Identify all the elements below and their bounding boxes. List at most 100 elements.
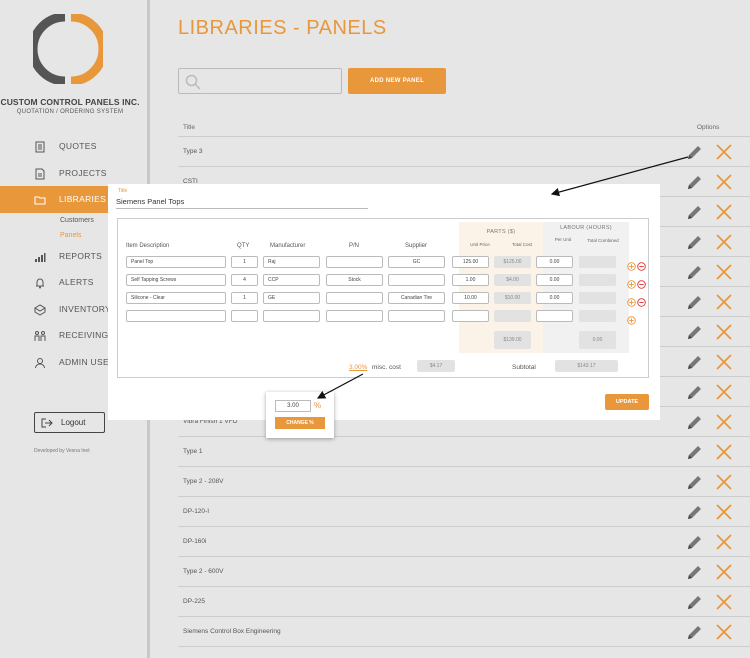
item-mfr-field[interactable]: Raj xyxy=(263,256,320,268)
close-icon[interactable] xyxy=(715,233,733,251)
pencil-icon[interactable] xyxy=(686,354,703,371)
item-mfr-field[interactable] xyxy=(263,310,320,322)
title-field[interactable] xyxy=(116,195,368,209)
panel-row: DP-160i xyxy=(178,527,750,557)
item-qty-field[interactable]: 1 xyxy=(231,256,258,268)
item-per-field[interactable]: 0.00 xyxy=(536,274,573,286)
parts-total: $139.00 xyxy=(494,331,531,349)
pencil-icon[interactable] xyxy=(686,444,703,461)
add-row-icon[interactable] xyxy=(627,316,636,325)
nav-alerts-label: ALERTS xyxy=(59,277,94,288)
close-icon[interactable] xyxy=(715,263,733,281)
search-input[interactable] xyxy=(178,68,342,94)
pencil-icon[interactable] xyxy=(686,144,703,161)
pencil-icon[interactable] xyxy=(686,594,703,611)
nav-quotes[interactable]: QUOTES xyxy=(0,133,150,160)
pencil-icon[interactable] xyxy=(686,234,703,251)
item-desc-field[interactable] xyxy=(126,310,226,322)
item-pn-field[interactable] xyxy=(326,292,383,304)
item-pn-field[interactable] xyxy=(326,256,383,268)
folder-icon xyxy=(34,196,46,205)
add-row-icon[interactable] xyxy=(627,262,636,271)
panel-row: DP-225 xyxy=(178,587,750,617)
header-total-combined: Total Combined xyxy=(587,238,619,243)
nav-libraries-label: LIBRARIES xyxy=(59,194,107,205)
pencil-icon[interactable] xyxy=(686,564,703,581)
pencil-icon[interactable] xyxy=(686,204,703,221)
panel-row: Type 3 xyxy=(178,137,750,167)
item-tc-field xyxy=(579,292,616,304)
item-per-field[interactable]: 0.00 xyxy=(536,292,573,304)
nav-projects[interactable]: PROJECTS xyxy=(0,160,150,187)
close-icon[interactable] xyxy=(715,473,733,491)
item-qty-field[interactable]: 4 xyxy=(231,274,258,286)
item-desc-field[interactable]: Self Tapping Screws xyxy=(126,274,226,286)
logout-button[interactable]: Logout xyxy=(34,412,105,433)
close-icon[interactable] xyxy=(715,143,733,161)
logout-label: Logout xyxy=(61,418,86,427)
close-icon[interactable] xyxy=(715,293,733,311)
remove-row-icon[interactable] xyxy=(637,262,646,271)
pencil-icon[interactable] xyxy=(686,624,703,641)
item-qty-field[interactable] xyxy=(231,310,258,322)
pencil-icon[interactable] xyxy=(686,174,703,191)
nav-projects-label: PROJECTS xyxy=(59,167,107,178)
pencil-icon[interactable] xyxy=(686,324,703,341)
close-icon[interactable] xyxy=(715,533,733,551)
panel-title: DP-225 xyxy=(183,598,206,605)
misc-percent-link[interactable]: 3.00% xyxy=(349,364,367,371)
close-icon[interactable] xyxy=(715,353,733,371)
update-button[interactable]: UPDATE xyxy=(605,394,649,410)
pencil-icon[interactable] xyxy=(686,504,703,521)
close-icon[interactable] xyxy=(715,173,733,191)
close-icon[interactable] xyxy=(715,383,733,401)
close-icon[interactable] xyxy=(715,593,733,611)
panel-title: Type 2 - 600V xyxy=(183,568,224,575)
change-percent-button[interactable]: CHANGE % xyxy=(275,417,325,429)
item-desc-field[interactable]: Panel Top xyxy=(126,256,226,268)
item-mfr-field[interactable]: GE xyxy=(263,292,320,304)
item-per-field[interactable] xyxy=(536,310,573,322)
inventory-icon xyxy=(34,303,46,316)
add-new-panel-button[interactable]: ADD NEW PANEL xyxy=(348,68,446,94)
subtotal-value: $143.17 xyxy=(555,360,618,372)
remove-row-icon[interactable] xyxy=(637,298,646,307)
item-supplier-field[interactable] xyxy=(388,310,445,322)
pencil-icon[interactable] xyxy=(686,264,703,281)
item-pn-field[interactable] xyxy=(326,310,383,322)
panel-title: Type 1 xyxy=(183,448,203,455)
percent-input[interactable]: 3.00 xyxy=(275,400,311,412)
pencil-icon[interactable] xyxy=(686,414,703,431)
header-qty: QTY xyxy=(237,243,250,249)
developer-credit: Developed by Vesna Inet xyxy=(34,448,90,454)
item-desc-field[interactable]: Silicone - Clear xyxy=(126,292,226,304)
user-icon xyxy=(35,357,45,368)
item-supplier-field[interactable] xyxy=(388,274,445,286)
item-mfr-field[interactable]: CCP xyxy=(263,274,320,286)
item-unit-field[interactable] xyxy=(452,310,489,322)
pencil-icon[interactable] xyxy=(686,534,703,551)
close-icon[interactable] xyxy=(715,443,733,461)
item-supplier-field[interactable]: GC xyxy=(388,256,445,268)
item-qty-field[interactable]: 1 xyxy=(231,292,258,304)
close-icon[interactable] xyxy=(715,203,733,221)
pencil-icon[interactable] xyxy=(686,294,703,311)
item-supplier-field[interactable]: Canadian Tire xyxy=(388,292,445,304)
item-unit-field[interactable]: 1.00 xyxy=(452,274,489,286)
close-icon[interactable] xyxy=(715,563,733,581)
item-unit-field[interactable]: 10.00 xyxy=(452,292,489,304)
close-icon[interactable] xyxy=(715,623,733,641)
close-icon[interactable] xyxy=(715,323,733,341)
remove-row-icon[interactable] xyxy=(637,280,646,289)
item-per-field[interactable]: 0.00 xyxy=(536,256,573,268)
nav-quotes-label: QUOTES xyxy=(59,141,97,152)
close-icon[interactable] xyxy=(715,413,733,431)
add-row-icon[interactable] xyxy=(627,280,636,289)
pencil-icon[interactable] xyxy=(686,474,703,491)
pencil-icon[interactable] xyxy=(686,384,703,401)
add-row-icon[interactable] xyxy=(627,298,636,307)
item-unit-field[interactable]: 125.00 xyxy=(452,256,489,268)
misc-cost-value: $4.17 xyxy=(417,360,455,372)
item-pn-field[interactable]: Stock xyxy=(326,274,383,286)
close-icon[interactable] xyxy=(715,503,733,521)
